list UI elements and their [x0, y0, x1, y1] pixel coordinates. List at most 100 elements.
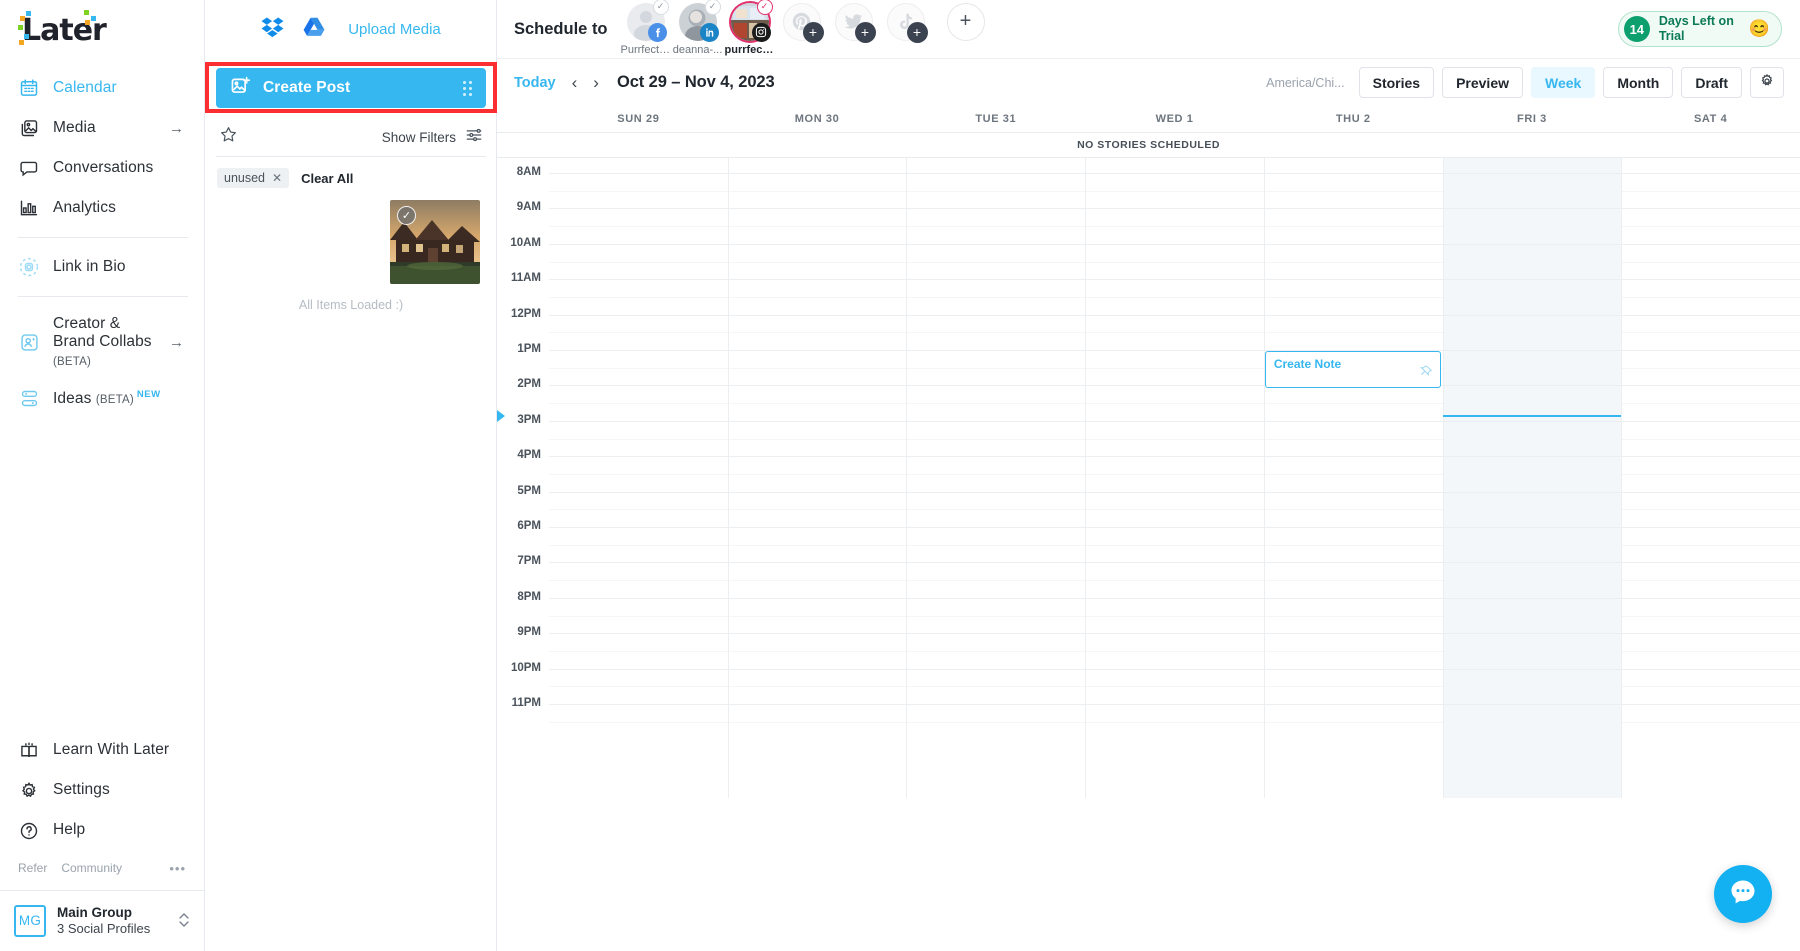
collabs-label-text: Creator & Brand Collabs	[53, 315, 152, 351]
add-social-profile-button[interactable]: +	[942, 2, 990, 41]
grid-half-hour-line	[549, 367, 1800, 369]
sidebar-item-analytics[interactable]: Analytics	[0, 188, 204, 228]
tab-month[interactable]: Month	[1603, 67, 1674, 98]
tab-week[interactable]: Week	[1531, 67, 1596, 98]
sidebar-mini-links: Refer Community •••	[0, 851, 204, 890]
chat-bubble-icon	[1728, 877, 1758, 912]
tab-preview[interactable]: Preview	[1442, 67, 1524, 98]
sidebar-item-learn-with-later[interactable]: Learn With Later	[0, 731, 204, 771]
media-thumbnail[interactable]: ✓	[390, 200, 480, 284]
drag-handle-icon[interactable]	[463, 80, 472, 96]
grid-half-hour-line	[549, 580, 1800, 582]
chevron-left-icon[interactable]: ‹	[572, 74, 578, 91]
sidebar-item-media[interactable]: Media →	[0, 108, 204, 148]
tab-stories[interactable]: Stories	[1358, 67, 1435, 98]
add-icon[interactable]: +	[854, 21, 876, 43]
chat-support-button[interactable]	[1714, 865, 1772, 923]
time-label: 10PM	[510, 661, 541, 674]
today-button[interactable]: Today	[514, 75, 556, 91]
grid-hour-line	[549, 420, 1800, 422]
day-header-sat: SAT 4	[1693, 113, 1728, 125]
grid-day-divider	[1263, 158, 1265, 798]
dropbox-icon[interactable]	[260, 14, 286, 45]
filter-chip-unused[interactable]: unused ✕	[217, 168, 290, 188]
star-icon[interactable]	[219, 125, 238, 149]
clear-all-button[interactable]: Clear All	[301, 171, 353, 186]
app-logo[interactable]: Later	[0, 0, 204, 58]
social-profile-linkedin[interactable]: ✓ deanna-...	[673, 0, 722, 56]
calendar-grid: 8AM 9AM 10AM 11AM 12PM 1PM 2PM 3PM 4PM 5PM 6PM 7PM 8…	[497, 158, 1800, 798]
grid-hour-line	[549, 491, 1800, 493]
close-icon[interactable]: ✕	[272, 171, 282, 185]
add-profile-tiktok[interactable]: +	[882, 2, 930, 43]
social-profile-name: purrfect...	[724, 43, 775, 56]
grid-hour-line	[549, 243, 1800, 245]
grid-half-hour-line	[549, 190, 1800, 192]
sidebar-divider	[18, 296, 188, 297]
tab-draft[interactable]: Draft	[1681, 67, 1742, 98]
sidebar-item-settings[interactable]: Settings	[0, 771, 204, 811]
time-axis: 8AM 9AM 10AM 11AM 12PM 1PM 2PM 3PM 4PM 5PM 6PM 7PM 8…	[497, 158, 549, 798]
media-selected-check-icon[interactable]: ✓	[397, 206, 416, 225]
linkedin-icon	[699, 22, 719, 42]
filters-icon[interactable]	[465, 126, 483, 149]
upload-media-button[interactable]: Upload Media	[348, 21, 441, 38]
schedule-to-label: Schedule to	[514, 19, 608, 38]
more-options-icon[interactable]: •••	[169, 861, 186, 876]
sidebar-item-label: Media	[53, 118, 96, 136]
google-drive-icon[interactable]	[302, 15, 326, 44]
add-icon[interactable]: +	[906, 21, 928, 43]
social-profile-instagram[interactable]: ✓ purrfect...	[724, 0, 775, 56]
add-icon[interactable]: +	[802, 21, 824, 43]
sidebar-item-collabs[interactable]: Creator & Brand Collabs (BETA) →	[0, 306, 204, 379]
calendar-event-create-note[interactable]: Create Note	[1264, 351, 1441, 389]
grid-half-hour-line	[549, 438, 1800, 440]
sidebar-item-label: Settings	[53, 781, 110, 799]
grid-hour-line	[549, 314, 1800, 316]
grid-day-divider	[727, 158, 729, 798]
grid-hour-line	[549, 456, 1800, 458]
conversations-icon	[18, 157, 40, 179]
account-switcher[interactable]: MG Main Group 3 Social Profiles	[0, 889, 204, 951]
community-link[interactable]: Community	[61, 861, 122, 875]
add-profile-twitter[interactable]: +	[830, 2, 878, 43]
day-header-mon: MON 30	[794, 113, 840, 125]
sidebar-item-label: Help	[53, 821, 86, 839]
sidebar-item-link-in-bio[interactable]: Link in Bio	[0, 247, 204, 287]
time-label: 8AM	[516, 166, 541, 178]
time-label: 9PM	[517, 626, 541, 639]
account-name: Main Group	[57, 904, 132, 920]
grid-half-hour-line	[549, 403, 1800, 405]
calendar-grid-area[interactable]	[549, 158, 1800, 798]
media-panel: Upload Media Create Post Show Filters un…	[205, 0, 497, 951]
day-header-fri: FRI 3	[1517, 113, 1547, 125]
chevron-right-icon[interactable]: ›	[593, 74, 599, 91]
stories-row[interactable]: NO STORIES SCHEDULED	[497, 132, 1800, 158]
grid-hour-line	[549, 597, 1800, 599]
grid-hour-line	[549, 173, 1800, 174]
help-icon	[18, 820, 40, 842]
calendar-settings-button[interactable]	[1750, 67, 1784, 98]
grid-half-hour-line	[549, 296, 1800, 298]
app-root: Later Calendar Media → Conversations Ana…	[0, 0, 1800, 951]
sidebar-item-label: Creator & Brand Collabs (BETA)	[53, 315, 156, 370]
add-profile-pinterest[interactable]: +	[778, 2, 826, 43]
day-header-thu: THU 2	[1335, 113, 1371, 125]
sidebar-item-label: Conversations	[53, 158, 154, 176]
sidebar-item-calendar[interactable]: Calendar	[0, 68, 204, 108]
grid-day-divider	[1085, 158, 1087, 798]
sidebar-item-help[interactable]: Help	[0, 811, 204, 851]
refer-link[interactable]: Refer	[18, 861, 47, 875]
grid-hour-line	[549, 562, 1800, 564]
timezone-label[interactable]: America/Chi...	[1266, 76, 1345, 90]
show-filters-button[interactable]: Show Filters	[382, 130, 456, 145]
create-post-button[interactable]: Create Post	[216, 68, 486, 108]
grid-half-hour-line	[549, 721, 1800, 723]
time-label: 12PM	[510, 307, 541, 320]
social-profile-facebook[interactable]: ✓ Purrfect ...	[621, 0, 671, 56]
grid-hour-line	[549, 350, 1800, 351]
sidebar-item-ideas[interactable]: Ideas (BETA) NEW	[0, 379, 204, 419]
sidebar-item-conversations[interactable]: Conversations	[0, 148, 204, 188]
trial-badge[interactable]: 14 Days Left on Trial 😊	[1617, 11, 1782, 47]
sidebar: Later Calendar Media → Conversations Ana…	[0, 0, 205, 951]
